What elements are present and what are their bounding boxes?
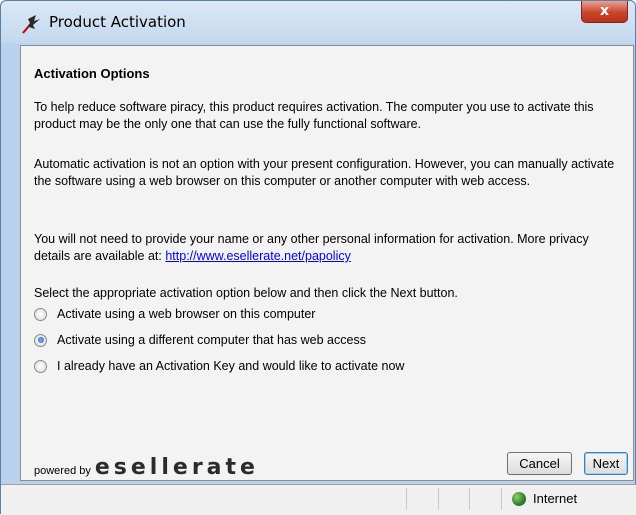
powered-by-text: powered by	[34, 465, 91, 477]
brand-name: esellerate	[94, 455, 259, 480]
app-icon	[22, 15, 40, 34]
privacy-paragraph: You will not need to provide your name o…	[34, 231, 619, 265]
status-divider	[406, 488, 407, 510]
cancel-button[interactable]: Cancel	[507, 452, 572, 475]
title-bar[interactable]: Product Activation x	[1, 1, 635, 43]
option-different-computer[interactable]: Activate using a different computer that…	[34, 331, 366, 349]
radio-button[interactable]	[34, 359, 47, 373]
status-bar: Internet	[1, 484, 636, 515]
globe-icon	[512, 491, 526, 506]
select-instruction: Select the appropriate activation option…	[34, 286, 458, 300]
close-icon: x	[599, 3, 610, 19]
option-label[interactable]: Activate using a different computer that…	[57, 333, 366, 347]
status-divider	[469, 488, 470, 510]
privacy-link[interactable]: http://www.esellerate.net/papolicy	[165, 249, 351, 263]
radio-button[interactable]	[34, 307, 47, 321]
radio-button-selected[interactable]	[34, 333, 47, 347]
section-heading: Activation Options	[34, 66, 150, 81]
esellerate-logo: powered by esellerate	[34, 455, 259, 480]
window-title: Product Activation	[49, 13, 186, 31]
activation-window: Product Activation x Activation Options …	[0, 0, 636, 515]
option-label[interactable]: Activate using a web browser on this com…	[57, 307, 315, 321]
option-label[interactable]: I already have an Activation Key and wou…	[57, 359, 404, 373]
security-zone[interactable]: Internet	[512, 491, 577, 506]
status-divider	[501, 488, 502, 510]
option-have-activation-key[interactable]: I already have an Activation Key and wou…	[34, 357, 404, 375]
dialog-content: Activation Options To help reduce softwa…	[20, 45, 634, 481]
manual-activation-paragraph: Automatic activation is not an option wi…	[34, 157, 615, 188]
status-divider	[438, 488, 439, 510]
next-button[interactable]: Next	[584, 452, 628, 475]
close-button[interactable]: x	[581, 1, 628, 23]
intro-paragraph: To help reduce software piracy, this pro…	[34, 100, 594, 131]
zone-label: Internet	[533, 491, 578, 506]
option-web-browser-this-computer[interactable]: Activate using a web browser on this com…	[34, 305, 315, 323]
